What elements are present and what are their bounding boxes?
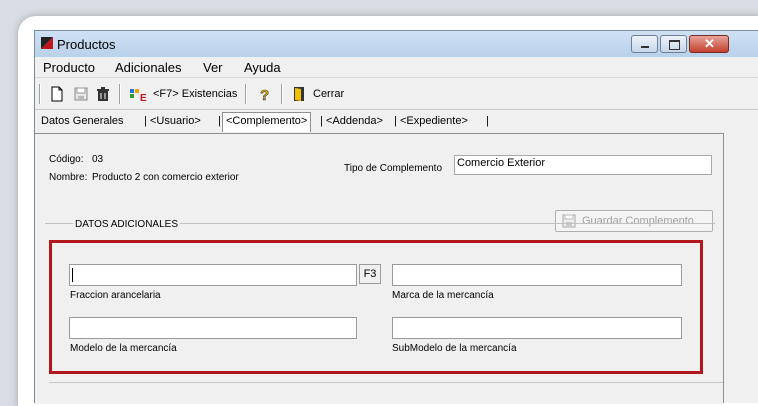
guardar-complemento-label: Guardar Complemento xyxy=(582,215,694,227)
toolbar-grip xyxy=(39,84,41,104)
toolbar-separator xyxy=(281,84,283,104)
maximize-icon xyxy=(669,40,680,50)
nombre-value: Producto 2 con comercio exterior xyxy=(92,172,239,183)
cerrar-button[interactable]: Cerrar xyxy=(313,88,344,100)
tab-expediente[interactable]: <Expediente> xyxy=(400,115,468,127)
tab-separator: | xyxy=(320,115,323,127)
modelo-mercancia-label: Modelo de la mercancía xyxy=(70,343,177,354)
text-cursor xyxy=(72,268,73,282)
tab-usuario[interactable]: <Usuario> xyxy=(150,115,201,127)
tipo-complemento-field[interactable]: Comercio Exterior xyxy=(454,155,712,175)
new-document-icon[interactable] xyxy=(49,86,65,102)
fraccion-arancelaria-input[interactable] xyxy=(69,264,357,286)
app-icon xyxy=(41,37,53,49)
tab-addenda[interactable]: <Addenda> xyxy=(326,115,383,127)
submodelo-mercancia-label: SubModelo de la mercancía xyxy=(392,343,517,354)
marca-mercancia-label: Marca de la mercancía xyxy=(392,290,494,301)
close-button[interactable]: ✕ xyxy=(689,35,729,53)
save-disk-icon xyxy=(562,214,576,228)
minimize-button[interactable] xyxy=(631,35,658,53)
menu-ayuda[interactable]: Ayuda xyxy=(244,60,281,75)
tab-separator: | xyxy=(218,115,221,127)
svg-text:?: ? xyxy=(260,87,269,102)
tab-strip: Datos Generales | <Usuario> | <Complemen… xyxy=(35,111,758,133)
productos-window: Productos ✕ Producto Adicionales Ver Ayu… xyxy=(34,30,758,404)
existencias-icon[interactable]: E xyxy=(129,86,149,102)
exit-door-icon[interactable] xyxy=(291,86,307,102)
delete-trash-icon[interactable] xyxy=(95,86,111,102)
modelo-mercancia-input[interactable] xyxy=(69,317,357,339)
codigo-value: 03 xyxy=(92,154,104,165)
panel-divider xyxy=(49,382,723,383)
fraccion-arancelaria-label: Fraccion arancelaria xyxy=(70,290,161,301)
menu-producto[interactable]: Producto xyxy=(43,60,95,75)
svg-text:E: E xyxy=(140,93,147,102)
tab-separator: | xyxy=(394,115,397,127)
nombre-label: Nombre: xyxy=(49,172,88,183)
save-disk-icon[interactable] xyxy=(73,86,89,102)
codigo-label: Código: xyxy=(49,154,84,165)
menu-adicionales[interactable]: Adicionales xyxy=(115,60,182,75)
menu-ver[interactable]: Ver xyxy=(203,60,223,75)
minimize-icon xyxy=(641,46,649,48)
existencias-button[interactable]: <F7> Existencias xyxy=(153,88,237,100)
maximize-button[interactable] xyxy=(660,35,687,53)
marca-mercancia-input[interactable] xyxy=(392,264,682,286)
toolbar-separator xyxy=(245,84,247,104)
submodelo-mercancia-input[interactable] xyxy=(392,317,682,339)
complemento-panel: Código: 03 Nombre: Producto 2 con comerc… xyxy=(35,133,723,404)
f3-button[interactable]: F3 xyxy=(359,264,381,284)
toolbar-separator xyxy=(119,84,121,104)
tipo-complemento-label: Tipo de Complemento xyxy=(344,163,443,174)
tab-separator: | xyxy=(486,115,489,127)
datos-adicionales-title: DATOS ADICIONALES xyxy=(73,219,180,230)
toolbar: E <F7> Existencias ? Cerrar xyxy=(35,79,758,110)
close-icon: ✕ xyxy=(704,36,715,51)
help-icon[interactable]: ? xyxy=(257,86,273,102)
tab-separator: | xyxy=(144,115,147,127)
window-title: Productos xyxy=(57,37,116,52)
panel-border xyxy=(723,133,724,403)
tab-complemento[interactable]: <Complemento> xyxy=(222,112,312,132)
tab-datos-generales[interactable]: Datos Generales xyxy=(41,115,124,127)
title-bar[interactable]: Productos ✕ xyxy=(35,31,758,57)
menu-bar: Producto Adicionales Ver Ayuda xyxy=(35,57,758,78)
guardar-complemento-button[interactable]: Guardar Complemento xyxy=(555,210,713,232)
